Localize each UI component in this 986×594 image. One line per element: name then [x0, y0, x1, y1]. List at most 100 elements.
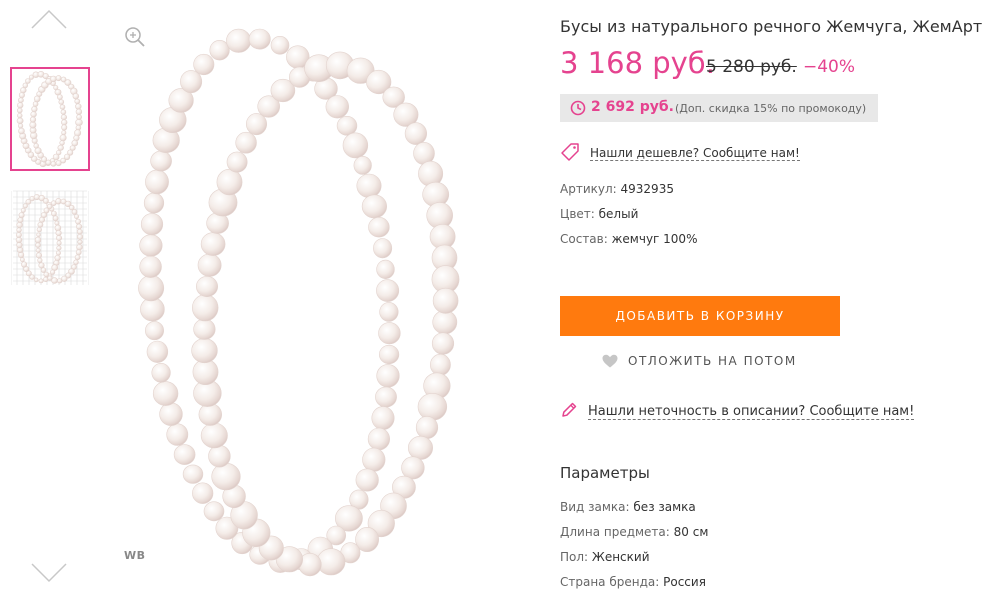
pearl: [235, 131, 257, 154]
detail-key: Состав:: [560, 232, 608, 246]
pearl: [46, 203, 53, 210]
pearl: [29, 116, 37, 123]
promo-note: (Доп. скидка 15% по промокоду): [675, 102, 867, 115]
param-row-clasp: Вид замка: без замка: [560, 500, 696, 514]
pearl: [415, 415, 439, 439]
pearl: [353, 155, 372, 175]
pearl: [18, 212, 25, 219]
thumbnail-2[interactable]: [10, 186, 90, 290]
add-to-cart-button[interactable]: ДОБАВИТЬ В КОРЗИНУ: [560, 296, 840, 336]
pearl: [33, 143, 39, 149]
detail-value: белый: [598, 207, 639, 221]
pearl: [72, 93, 79, 100]
pearl: [180, 70, 203, 94]
zoom-in-icon[interactable]: [124, 26, 146, 48]
pearl: [50, 75, 57, 83]
pearl: [226, 28, 252, 53]
pearl: [325, 95, 350, 119]
pearl: [143, 192, 165, 214]
detail-key: Артикул:: [560, 182, 617, 196]
pearl: [16, 221, 23, 229]
pearl: [368, 217, 390, 238]
pearl: [56, 245, 62, 251]
pearl: [356, 173, 382, 198]
param-value: Женский: [591, 550, 650, 564]
pearl: [432, 287, 459, 314]
chevron-up-icon[interactable]: [30, 8, 68, 30]
pearl: [193, 53, 215, 76]
pearl: [59, 140, 65, 146]
pearl: [140, 297, 165, 322]
product-image[interactable]: [110, 0, 540, 594]
detail-row-color: Цвет: белый: [560, 207, 638, 221]
pearl: [36, 232, 41, 238]
pearl: [138, 275, 165, 302]
pearl: [196, 275, 219, 297]
pearl: [30, 111, 37, 118]
promo-box: 2 692 руб. (Доп. скидка 15% по промокоду…: [560, 94, 878, 122]
found-cheaper-link[interactable]: Нашли дешевле? Сообщите нам!: [590, 146, 800, 161]
pearl: [55, 235, 63, 241]
pearl: [407, 435, 433, 460]
thumbnail-gallery: [0, 0, 100, 594]
param-key: Длина предмета:: [560, 525, 670, 539]
pearl: [55, 160, 62, 167]
pearl: [316, 548, 346, 576]
pearl: [20, 87, 27, 94]
detail-key: Цвет:: [560, 207, 595, 221]
pearl: [146, 340, 169, 363]
pearl: [139, 255, 162, 278]
pearl: [173, 444, 196, 465]
params-heading: Параметры: [560, 464, 650, 482]
pearl: [31, 105, 38, 113]
report-inaccuracy-link[interactable]: Нашли неточность в описании? Сообщите на…: [588, 404, 915, 420]
pearl: [17, 107, 23, 114]
pearl: [74, 254, 81, 261]
pearl: [55, 229, 62, 236]
heart-icon: [602, 354, 618, 368]
pearl: [378, 322, 401, 345]
pearl: [200, 232, 226, 256]
detail-value: 4932935: [620, 182, 674, 196]
current-price: 3 168 руб.: [560, 46, 715, 80]
pearl: [38, 262, 45, 269]
pearl: [355, 468, 379, 492]
pearl: [15, 236, 23, 244]
pearl: [16, 117, 24, 125]
pearl: [75, 108, 83, 115]
pearl: [203, 501, 225, 522]
pearl: [248, 28, 271, 50]
param-value: Россия: [663, 575, 706, 589]
pearl: [432, 310, 458, 335]
pearl: [208, 445, 231, 468]
pearl: [18, 127, 25, 135]
pearl: [19, 257, 25, 263]
pearl: [192, 358, 219, 385]
pearl: [159, 402, 183, 426]
pearl: [77, 233, 84, 240]
pearl: [49, 269, 56, 275]
pearl: [22, 203, 28, 209]
pearl: [226, 151, 248, 173]
pearl: [55, 250, 61, 256]
pearl: [379, 344, 400, 365]
pearl: [17, 97, 24, 104]
thumbnail-1[interactable]: [10, 67, 90, 171]
pearl: [22, 82, 28, 89]
pearl: [18, 123, 24, 129]
pearl: [50, 161, 57, 167]
pearl: [246, 113, 268, 136]
price-tag-icon: [561, 143, 579, 161]
pearl: [51, 210, 57, 217]
param-value: без замка: [633, 500, 696, 514]
pearl: [151, 362, 171, 383]
pearl: [216, 168, 243, 196]
pearl: [140, 213, 164, 236]
chevron-down-icon[interactable]: [30, 562, 68, 584]
pearl: [35, 252, 43, 259]
pearl: [197, 253, 222, 277]
pearl: [20, 207, 26, 213]
pearl: [198, 403, 223, 426]
pearl: [270, 35, 290, 55]
pearl: [59, 134, 67, 142]
